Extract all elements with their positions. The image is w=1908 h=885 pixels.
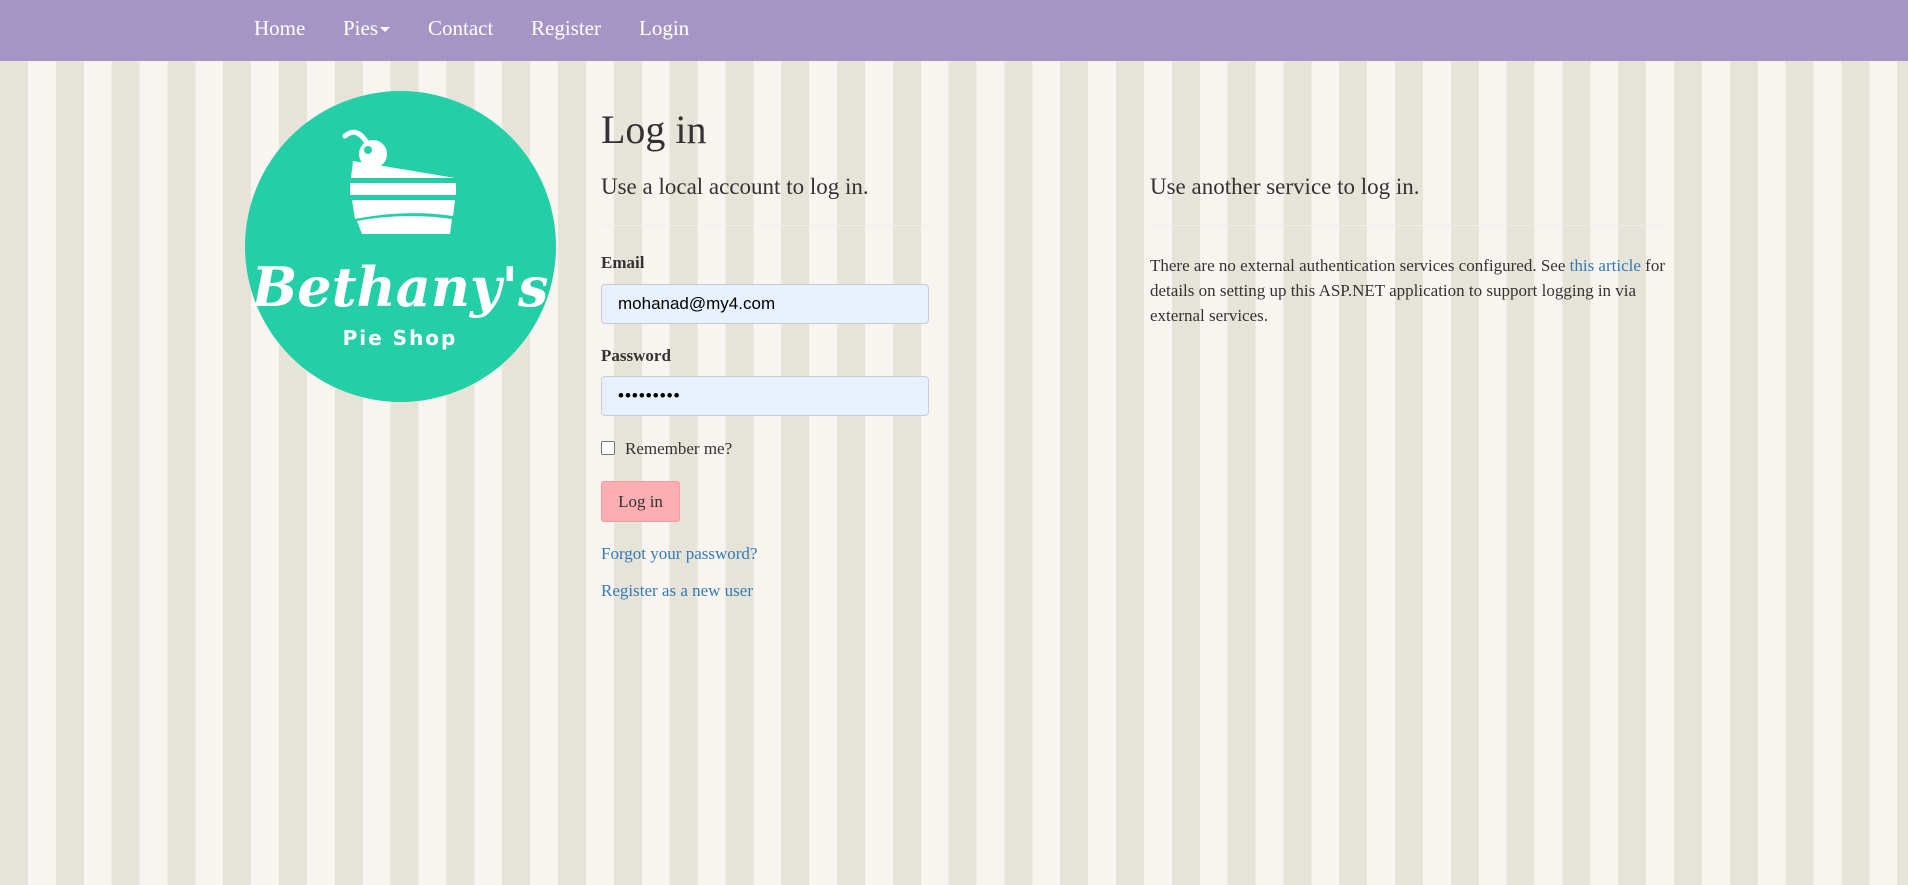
logo-tagline-text: Pie Shop — [343, 326, 458, 350]
nav-contact-link[interactable]: Contact — [428, 15, 493, 41]
navbar: Home Pies Contact Register Login — [0, 0, 1908, 61]
nav-home-link[interactable]: Home — [254, 15, 305, 41]
nav-login-link[interactable]: Login — [639, 15, 689, 41]
local-account-heading: Use a local account to log in. — [601, 174, 869, 199]
email-input[interactable] — [601, 284, 929, 324]
remember-me-label: Remember me? — [625, 439, 733, 458]
password-input[interactable] — [601, 376, 929, 416]
nav-pies-label: Pies — [343, 16, 379, 40]
external-services-notice: There are no external authentication ser… — [1150, 253, 1670, 328]
divider — [601, 225, 931, 226]
logo-circle — [245, 91, 556, 402]
login-submit-button[interactable]: Log in — [601, 481, 680, 522]
remember-me-checkbox[interactable] — [601, 441, 615, 456]
external-service-heading: Use another service to log in. — [1150, 174, 1420, 199]
this-article-link[interactable]: this article — [1570, 256, 1641, 275]
register-new-user-link[interactable]: Register as a new user — [601, 581, 753, 601]
caret-down-icon — [380, 26, 391, 32]
nav-pies-dropdown[interactable]: Pies — [343, 15, 391, 41]
divider — [1150, 225, 1666, 226]
email-label: Email — [601, 253, 645, 272]
remember-me[interactable]: Remember me? — [601, 439, 732, 459]
forgot-password-link[interactable]: Forgot your password? — [601, 544, 757, 564]
nav-register-link[interactable]: Register — [531, 15, 601, 41]
bethanys-pie-shop-logo[interactable]: Bethany's Pie Shop — [245, 91, 556, 402]
logo-brand-text: Bethany's — [250, 255, 549, 319]
password-label: Password — [601, 346, 671, 365]
page-title: Log in — [601, 107, 707, 152]
notice-text-before: There are no external authentication ser… — [1150, 256, 1570, 275]
